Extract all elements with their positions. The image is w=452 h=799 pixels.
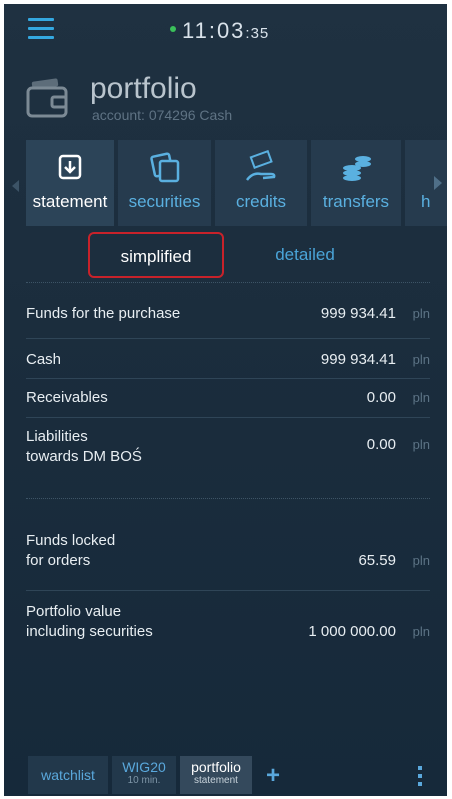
clock-seconds: :35: [245, 25, 270, 42]
page-title: portfolio: [90, 72, 197, 105]
row-value: 0.00: [366, 436, 396, 453]
tab-transfers[interactable]: transfers: [311, 140, 401, 226]
tabs-scroll-right-icon[interactable]: [434, 176, 442, 190]
hand-money-icon: [246, 150, 276, 181]
row-label-line1: Portfolio value: [26, 603, 122, 620]
tab-label: securities: [128, 192, 201, 211]
bottom-tab-sublabel: statement: [194, 775, 238, 786]
bottom-tab-portfolio[interactable]: portfolio statement: [180, 756, 252, 794]
wallet-icon: [26, 78, 68, 118]
row-label: Receivables: [26, 389, 108, 406]
row-value: 65.59: [358, 552, 396, 569]
bottom-tab-label: watchlist: [41, 767, 95, 783]
clock: 11:03:35: [170, 18, 269, 44]
online-status-dot: [170, 26, 176, 33]
summary-row-funds-locked: Funds locked for orders 65.59 pln: [26, 531, 430, 573]
summary-row-portfolio-value: Portfolio value including securities 1 0…: [26, 602, 430, 644]
detailed-view-button[interactable]: detailed: [240, 232, 370, 278]
row-unit: pln: [412, 306, 430, 321]
bottom-tab-bar: watchlist WIG20 10 min. portfolio statem…: [4, 756, 447, 796]
row-value: 1 000 000.00: [308, 623, 396, 640]
divider: [26, 417, 430, 418]
add-tab-icon[interactable]: +: [266, 762, 280, 790]
documents-icon: [149, 152, 179, 183]
tab-statement[interactable]: statement: [26, 140, 114, 226]
row-value: 999 934.41: [320, 351, 396, 368]
row-label-line1: Funds locked: [26, 532, 116, 549]
more-options-icon[interactable]: [418, 766, 424, 790]
section-tabs: statement securities credits transfers h: [26, 140, 447, 226]
row-unit: pln: [412, 437, 430, 452]
tab-credits[interactable]: credits: [215, 140, 307, 226]
coins-stack-icon: [343, 156, 371, 181]
tab-label: statement: [32, 192, 108, 211]
row-unit: pln: [412, 352, 430, 367]
row-unit: pln: [412, 553, 430, 568]
divider: [26, 498, 430, 499]
bottom-tab-wig20[interactable]: WIG20 10 min.: [112, 756, 176, 794]
bottom-tab-label: portfolio: [191, 759, 241, 775]
app-screen: 11:03:35 portfolio account: 074296 Cash …: [4, 4, 447, 796]
hamburger-menu-icon[interactable]: [28, 18, 54, 40]
summary-row-funds-for-purchase: Funds for the purchase 999 934.41 pln: [26, 304, 430, 326]
row-label-line2: towards DM BOŚ: [26, 448, 142, 465]
divider: [26, 338, 430, 339]
download-box-icon: [58, 154, 82, 180]
tab-securities[interactable]: securities: [118, 140, 211, 226]
tab-label: credits: [235, 192, 287, 211]
row-label: Cash: [26, 351, 62, 368]
account-subtitle: account: 074296 Cash: [92, 107, 233, 123]
row-unit: pln: [412, 390, 430, 405]
row-label-line1: Liabilities: [26, 428, 88, 445]
simplified-view-button[interactable]: simplified: [88, 232, 224, 278]
row-value: 999 934.41: [320, 305, 396, 322]
tab-label: transfers: [322, 192, 390, 211]
divider: [26, 378, 430, 379]
summary-row-receivables: Receivables 0.00 pln: [26, 388, 430, 410]
row-label: Funds for the purchase: [26, 305, 181, 322]
divider: [26, 590, 430, 591]
clock-time: 11:03: [182, 18, 246, 43]
divider: [26, 282, 430, 283]
summary-row-liabilities: Liabilities towards DM BOŚ 0.00 pln: [26, 427, 430, 469]
tab-label: h: [421, 192, 431, 211]
summary-row-cash: Cash 999 934.41 pln: [26, 350, 430, 372]
bottom-tab-watchlist[interactable]: watchlist: [28, 756, 108, 794]
row-value: 0.00: [366, 389, 396, 406]
tabs-scroll-left-icon[interactable]: [12, 180, 19, 192]
row-label-line2: including securities: [26, 623, 153, 640]
row-unit: pln: [412, 624, 430, 639]
bottom-tab-sublabel: 10 min.: [127, 775, 161, 786]
row-label-line2: for orders: [26, 552, 91, 569]
bottom-tab-label: WIG20: [122, 759, 166, 775]
